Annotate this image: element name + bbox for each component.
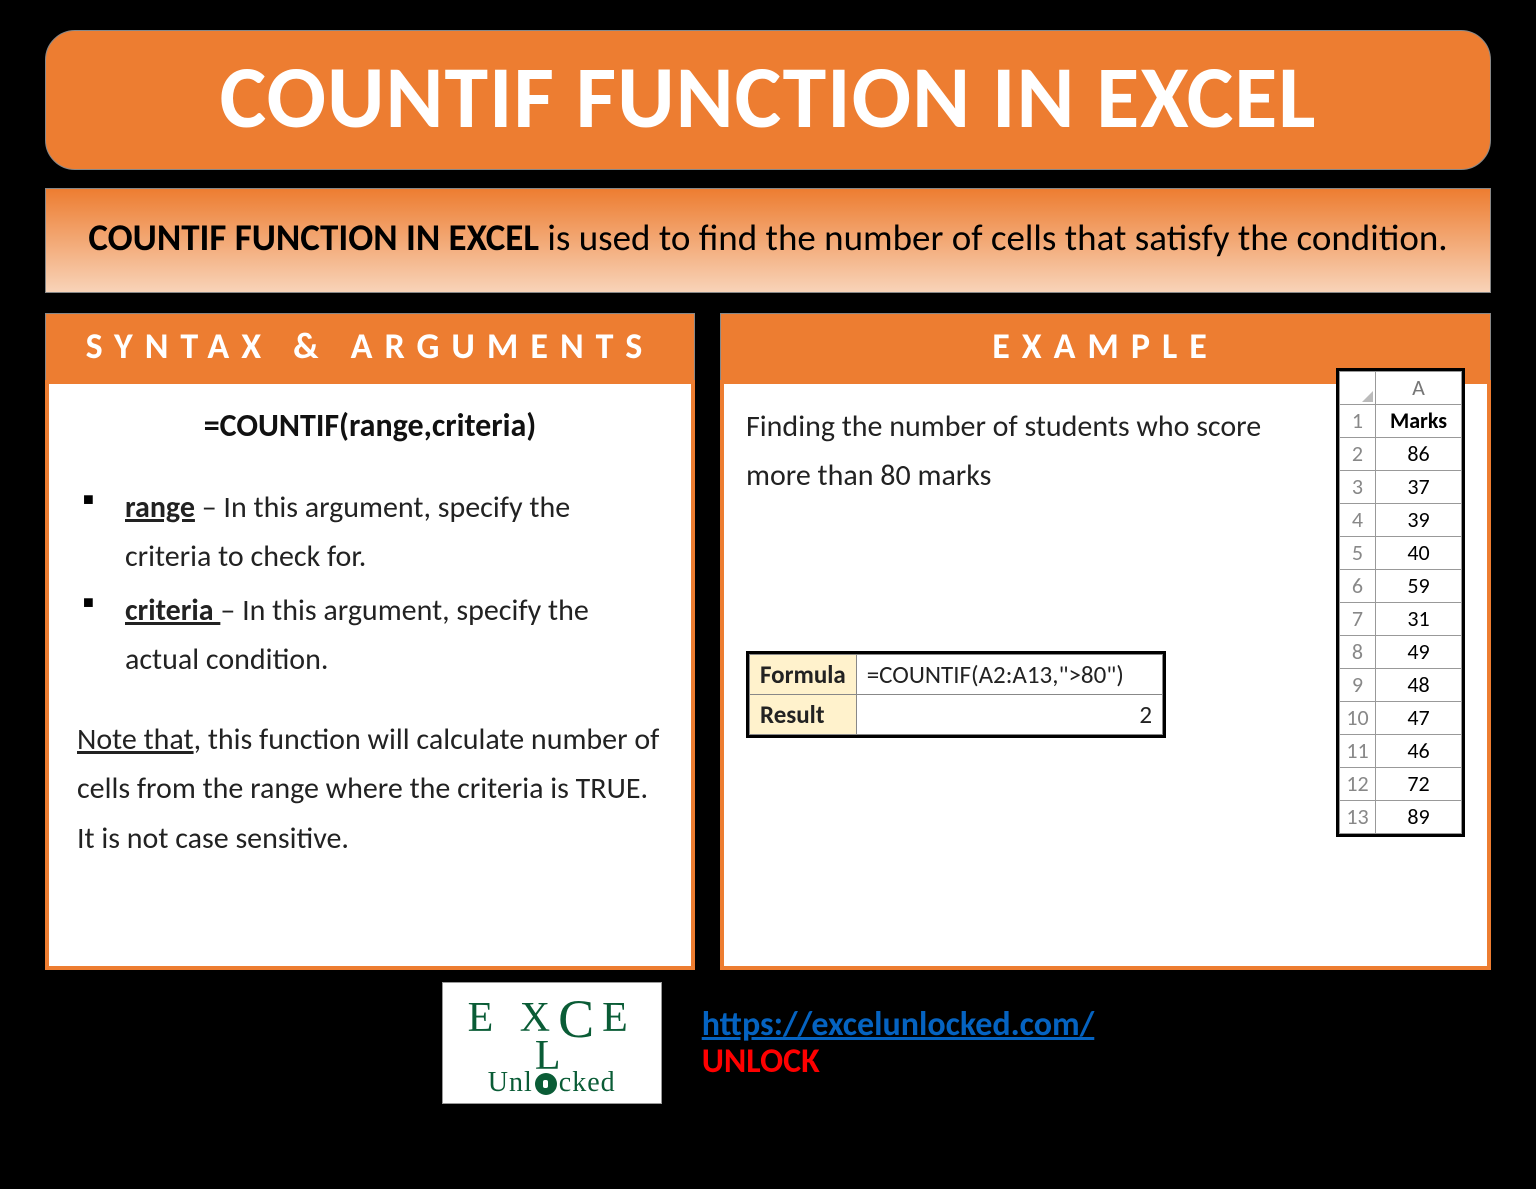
data-cell: 86 [1376, 437, 1462, 470]
data-header: Marks [1376, 404, 1462, 437]
col-header-a: A [1376, 371, 1462, 404]
arguments-list: range – In this argument, specify the cr… [77, 483, 663, 685]
page-title: COUNTIF FUNCTION IN EXCEL [76, 43, 1460, 151]
row-num: 3 [1340, 470, 1376, 503]
data-cell: 89 [1376, 800, 1462, 833]
lock-icon [535, 1073, 557, 1095]
description-text: is used to find the number of cells that… [539, 215, 1448, 260]
row-num: 2 [1340, 437, 1376, 470]
syntax-column: SYNTAX & ARGUMENTS =COUNTIF(range,criter… [45, 313, 695, 970]
result-value: 2 [856, 694, 1162, 734]
syntax-header: SYNTAX & ARGUMENTS [45, 313, 695, 380]
note-text: Note that, this function will calculate … [77, 715, 663, 864]
data-cell: 59 [1376, 569, 1462, 602]
row-num: 5 [1340, 536, 1376, 569]
description-bar: COUNTIF FUNCTION IN EXCEL is used to fin… [45, 188, 1491, 293]
data-cell: 46 [1376, 734, 1462, 767]
arg-name-range: range [125, 489, 195, 526]
row-num: 6 [1340, 569, 1376, 602]
data-cell: 72 [1376, 767, 1462, 800]
data-cell: 48 [1376, 668, 1462, 701]
row-num: 4 [1340, 503, 1376, 536]
example-body: Finding the number of students who score… [720, 380, 1491, 970]
row-num: 13 [1340, 800, 1376, 833]
logo-line2: Unlcked [455, 1067, 649, 1099]
row-num: 8 [1340, 635, 1376, 668]
example-left: Finding the number of students who score… [746, 402, 1318, 738]
data-cell: 37 [1376, 470, 1462, 503]
example-column: EXAMPLE Finding the number of students w… [720, 313, 1491, 970]
argument-criteria: criteria – In this argument, specify the… [77, 586, 663, 685]
arg-name-criteria: criteria [125, 592, 220, 629]
footer-text: https://excelunlocked.com/ UNLOCK [702, 1004, 1095, 1082]
columns: SYNTAX & ARGUMENTS =COUNTIF(range,criter… [45, 313, 1491, 970]
row-num: 1 [1340, 404, 1376, 437]
logo: E XCE L Unlcked [442, 982, 662, 1105]
footer-url[interactable]: https://excelunlocked.com/ [702, 1004, 1095, 1045]
formula-label: Formula [750, 654, 857, 694]
data-cell: 31 [1376, 602, 1462, 635]
data-cell: 39 [1376, 503, 1462, 536]
table-corner [1340, 371, 1376, 404]
logo-line1: E XCE L [455, 989, 649, 1076]
row-num: 10 [1340, 701, 1376, 734]
note-lead: Note that [77, 721, 194, 758]
footer-unlock: UNLOCK [702, 1041, 1095, 1082]
syntax-body: =COUNTIF(range,criteria) range – In this… [45, 380, 695, 970]
data-cell: 40 [1376, 536, 1462, 569]
description-bold: COUNTIF FUNCTION IN EXCEL [88, 215, 539, 260]
syntax-formula: =COUNTIF(range,criteria) [77, 406, 663, 445]
data-table: A 1Marks 286 337 439 540 659 731 849 948… [1336, 368, 1465, 837]
data-cell: 49 [1376, 635, 1462, 668]
argument-range: range – In this argument, specify the cr… [77, 483, 663, 582]
row-num: 7 [1340, 602, 1376, 635]
result-label: Result [750, 694, 857, 734]
data-cell: 47 [1376, 701, 1462, 734]
formula-value: =COUNTIF(A2:A13,">80") [856, 654, 1162, 694]
logo-c-icon: C [558, 995, 602, 1044]
formula-result-box: Formula =COUNTIF(A2:A13,">80") Result 2 [746, 651, 1166, 738]
row-num: 9 [1340, 668, 1376, 701]
title-bar: COUNTIF FUNCTION IN EXCEL [45, 30, 1491, 170]
row-num: 11 [1340, 734, 1376, 767]
row-num: 12 [1340, 767, 1376, 800]
example-description: Finding the number of students who score… [746, 402, 1318, 501]
footer: E XCE L Unlcked https://excelunlocked.co… [45, 982, 1491, 1105]
